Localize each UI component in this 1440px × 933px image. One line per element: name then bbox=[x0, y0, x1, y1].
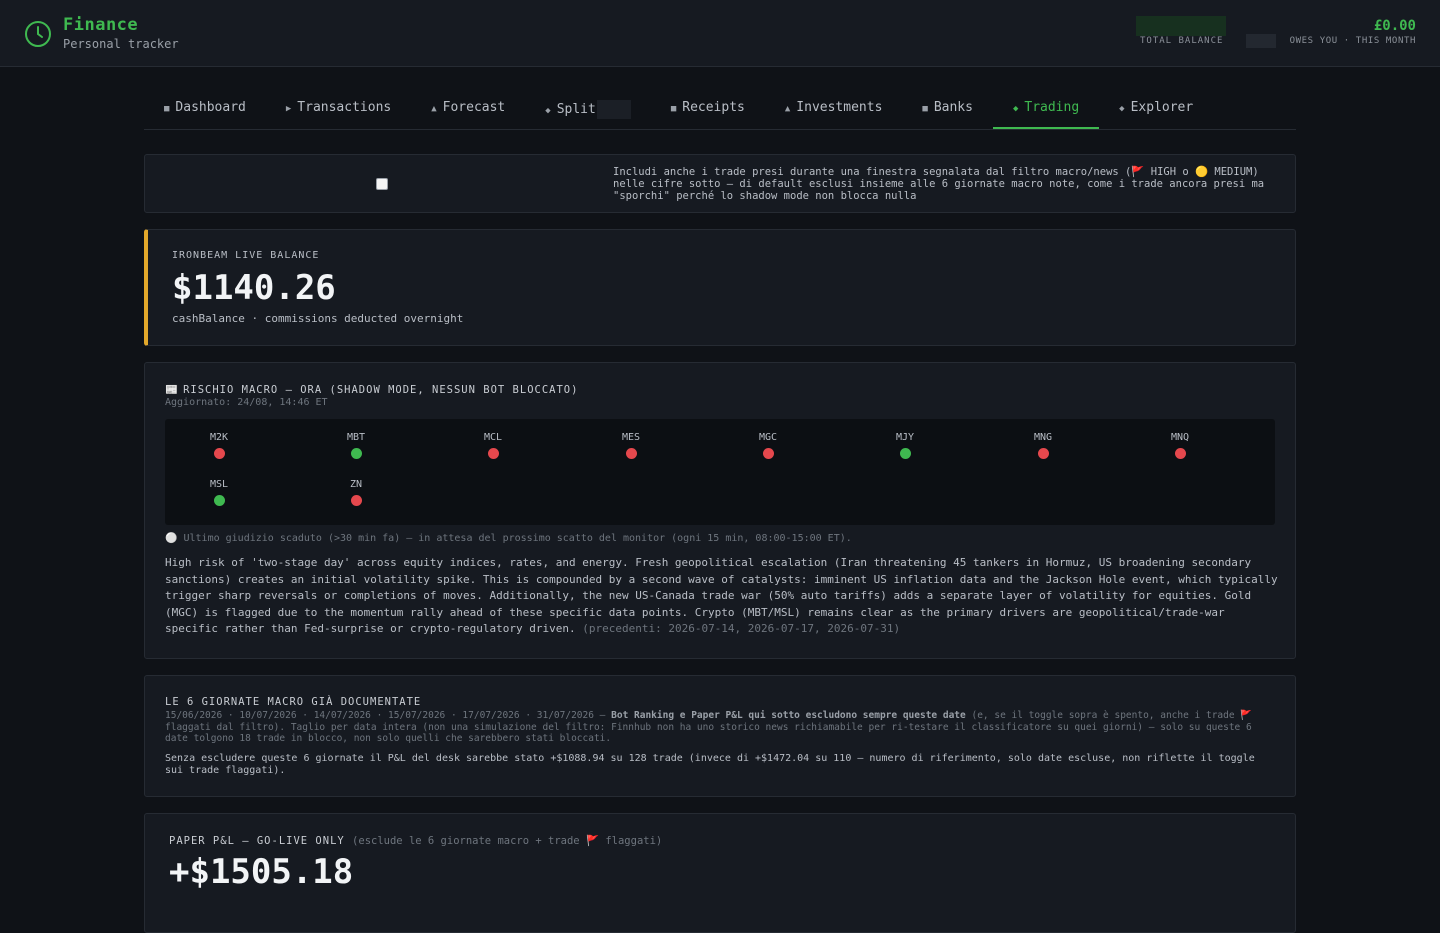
instrument-name: MGC bbox=[758, 432, 778, 443]
tab-banks[interactable]: ■ Banks bbox=[902, 89, 993, 129]
balance-note: cashBalance · commissions deducted overn… bbox=[172, 312, 464, 325]
clock-icon bbox=[25, 20, 51, 47]
main-nav: ■ Dashboard ▶ Transactions ▲ Forecast ◆ Spli… bbox=[144, 89, 1296, 130]
tab-trading[interactable]: ◆ Trading bbox=[992, 89, 1100, 129]
instrument-name: MBT bbox=[346, 432, 366, 443]
status-dot-green bbox=[350, 448, 362, 459]
tab-label: Banks bbox=[933, 100, 973, 115]
paper-pnl-card: PAPER P&L — GO-LIVE ONLY (esclude le 6 g… bbox=[144, 813, 1296, 933]
macro-risk-card: 📰 RISCHIO MACRO — ORA (SHADOW MODE, NESSU… bbox=[144, 362, 1296, 659]
live-balance-card: IRONBEAM LIVE BALANCE $1140.26 cashBalan… bbox=[144, 229, 1296, 346]
app-subtitle: Personal tracker bbox=[63, 37, 179, 51]
instrument-mgc: MGC bbox=[748, 432, 788, 459]
documented-macro-days-card: LE 6 GIORNATE MACRO GIÀ DOCUMENTATE 15/0… bbox=[144, 675, 1296, 797]
macro-expired-text: Ultimo giudizio scaduto (>30 min fa) — i… bbox=[183, 533, 852, 544]
white-circle-icon: ⚪ bbox=[165, 533, 178, 544]
square-icon: ■ bbox=[922, 104, 928, 114]
instrument-name: MNQ bbox=[1170, 432, 1190, 443]
docs-date-list: 15/06/2026 · 10/07/2026 · 14/07/2026 · 1… bbox=[165, 710, 606, 721]
diamond-icon: ◆ bbox=[1012, 104, 1019, 114]
diamond-icon: ◆ bbox=[1119, 104, 1125, 114]
total-balance-value-redacted bbox=[1136, 16, 1226, 36]
tab-label: Receipts bbox=[682, 100, 745, 115]
macro-updated: Aggiornato: 24/08, 14:46 ET bbox=[165, 397, 328, 408]
tab-split[interactable]: ◆ Split bbox=[525, 89, 651, 129]
owes-you-redacted bbox=[1246, 34, 1276, 48]
triangle-icon: ▲ bbox=[431, 104, 437, 114]
toggle-description: Includi anche i trade presi durante una … bbox=[613, 166, 1265, 202]
tab-label: Split bbox=[556, 102, 596, 117]
app-title: Finance bbox=[63, 15, 139, 35]
balance-label: IRONBEAM LIVE BALANCE bbox=[172, 250, 320, 261]
pnl-title-text: PAPER P&L — GO-LIVE ONLY bbox=[169, 835, 345, 847]
include-flagged-checkbox[interactable] bbox=[376, 178, 388, 190]
macro-analysis: High risk of 'two-stage day' across equi… bbox=[165, 555, 1280, 638]
macro-previous-dates: (precedenti: 2026-07-14, 2026-07-17, 202… bbox=[582, 622, 901, 635]
docs-dates: 15/06/2026 · 10/07/2026 · 14/07/2026 · 1… bbox=[165, 710, 1270, 745]
total-balance-label: TOTAL BALANCE bbox=[1140, 36, 1224, 46]
instrument-mes: MES bbox=[611, 432, 651, 459]
play-icon: ▶ bbox=[285, 104, 292, 114]
newspaper-icon: 📰 bbox=[165, 384, 180, 396]
instrument-m2k: M2K bbox=[199, 432, 239, 459]
instrument-zn: ZN bbox=[336, 479, 376, 506]
status-dot-red bbox=[762, 448, 774, 459]
docs-bold-note: Bot Ranking e Paper P&L qui sotto esclud… bbox=[611, 710, 966, 721]
status-dot-red bbox=[1037, 448, 1049, 459]
instrument-mjy: MJY bbox=[885, 432, 925, 459]
top-bar: Finance Personal tracker TOTAL BALANCE £… bbox=[0, 0, 1440, 67]
tab-forecast[interactable]: ▲ Forecast bbox=[411, 89, 525, 129]
status-dot-red bbox=[625, 448, 637, 459]
tab-transactions[interactable]: ▶ Transactions bbox=[266, 89, 411, 129]
tab-label: Dashboard bbox=[175, 100, 246, 115]
instrument-name: M2K bbox=[209, 432, 229, 443]
instrument-mng: MNG bbox=[1023, 432, 1063, 459]
balance-summary: TOTAL BALANCE £0.00 OWES YOU · THIS MONT… bbox=[1126, 16, 1416, 50]
tab-label: Transactions bbox=[297, 100, 392, 115]
instrument-grid: M2K MBT MCL MES MGC MJY MNG MNQ MSL ZN bbox=[165, 419, 1275, 525]
instrument-msl: MSL bbox=[199, 479, 239, 506]
tab-receipts[interactable]: ■ Receipts bbox=[651, 89, 765, 129]
macro-title: 📰 RISCHIO MACRO — ORA (SHADOW MODE, NESSU… bbox=[165, 383, 578, 396]
status-dot-red bbox=[350, 495, 362, 506]
macro-expired-note: ⚪ Ultimo giudizio scaduto (>30 min fa) —… bbox=[165, 533, 852, 544]
square-icon: ■ bbox=[670, 104, 677, 114]
pnl-title: PAPER P&L — GO-LIVE ONLY (esclude le 6 g… bbox=[169, 834, 662, 847]
macro-title-text: RISCHIO MACRO — ORA (SHADOW MODE, NESSUN… bbox=[183, 384, 579, 396]
tab-label: Explorer bbox=[1130, 100, 1194, 115]
tab-explorer[interactable]: ◆ Explorer bbox=[1099, 89, 1213, 129]
instrument-mnq: MNQ bbox=[1160, 432, 1200, 459]
tab-label: Forecast bbox=[442, 100, 506, 115]
instrument-mcl: MCL bbox=[473, 432, 513, 459]
month-amount: £0.00 bbox=[1373, 18, 1416, 34]
instrument-name: MES bbox=[621, 432, 641, 443]
docs-title: LE 6 GIORNATE MACRO GIÀ DOCUMENTATE bbox=[165, 696, 422, 708]
tab-dashboard[interactable]: ■ Dashboard bbox=[144, 89, 266, 129]
split-badge-redacted bbox=[596, 100, 631, 119]
triangle-icon: ▲ bbox=[784, 104, 791, 114]
balance-value: $1140.26 bbox=[172, 268, 336, 308]
status-dot-green bbox=[213, 495, 225, 506]
square-icon: ■ bbox=[164, 104, 170, 114]
instrument-name: ZN bbox=[349, 479, 363, 490]
diamond-icon: ◆ bbox=[545, 106, 551, 116]
flagged-trades-toggle-card: Includi anche i trade presi durante una … bbox=[144, 154, 1296, 213]
instrument-name: MJY bbox=[895, 432, 915, 443]
status-dot-green bbox=[899, 448, 911, 459]
docs-pnl-note: Senza escludere queste 6 giornate il P&L… bbox=[165, 753, 1255, 776]
instrument-name: MNG bbox=[1033, 432, 1053, 443]
pnl-subtitle: (esclude le 6 giornate macro + trade 🚩 f… bbox=[352, 835, 663, 847]
pnl-value: +$1505.18 bbox=[169, 852, 354, 892]
instrument-name: MCL bbox=[483, 432, 503, 443]
status-dot-red bbox=[213, 448, 225, 459]
tab-label: Investments bbox=[796, 100, 883, 115]
tab-label: Trading bbox=[1024, 100, 1080, 115]
instrument-mbt: MBT bbox=[336, 432, 376, 459]
brand[interactable]: Finance Personal tracker bbox=[24, 16, 179, 51]
instrument-name: MSL bbox=[209, 479, 229, 490]
status-dot-red bbox=[487, 448, 499, 459]
tab-investments[interactable]: ▲ Investments bbox=[765, 89, 903, 129]
month-label: OWES YOU · THIS MONTH bbox=[1289, 36, 1416, 46]
status-dot-red bbox=[1174, 448, 1186, 459]
